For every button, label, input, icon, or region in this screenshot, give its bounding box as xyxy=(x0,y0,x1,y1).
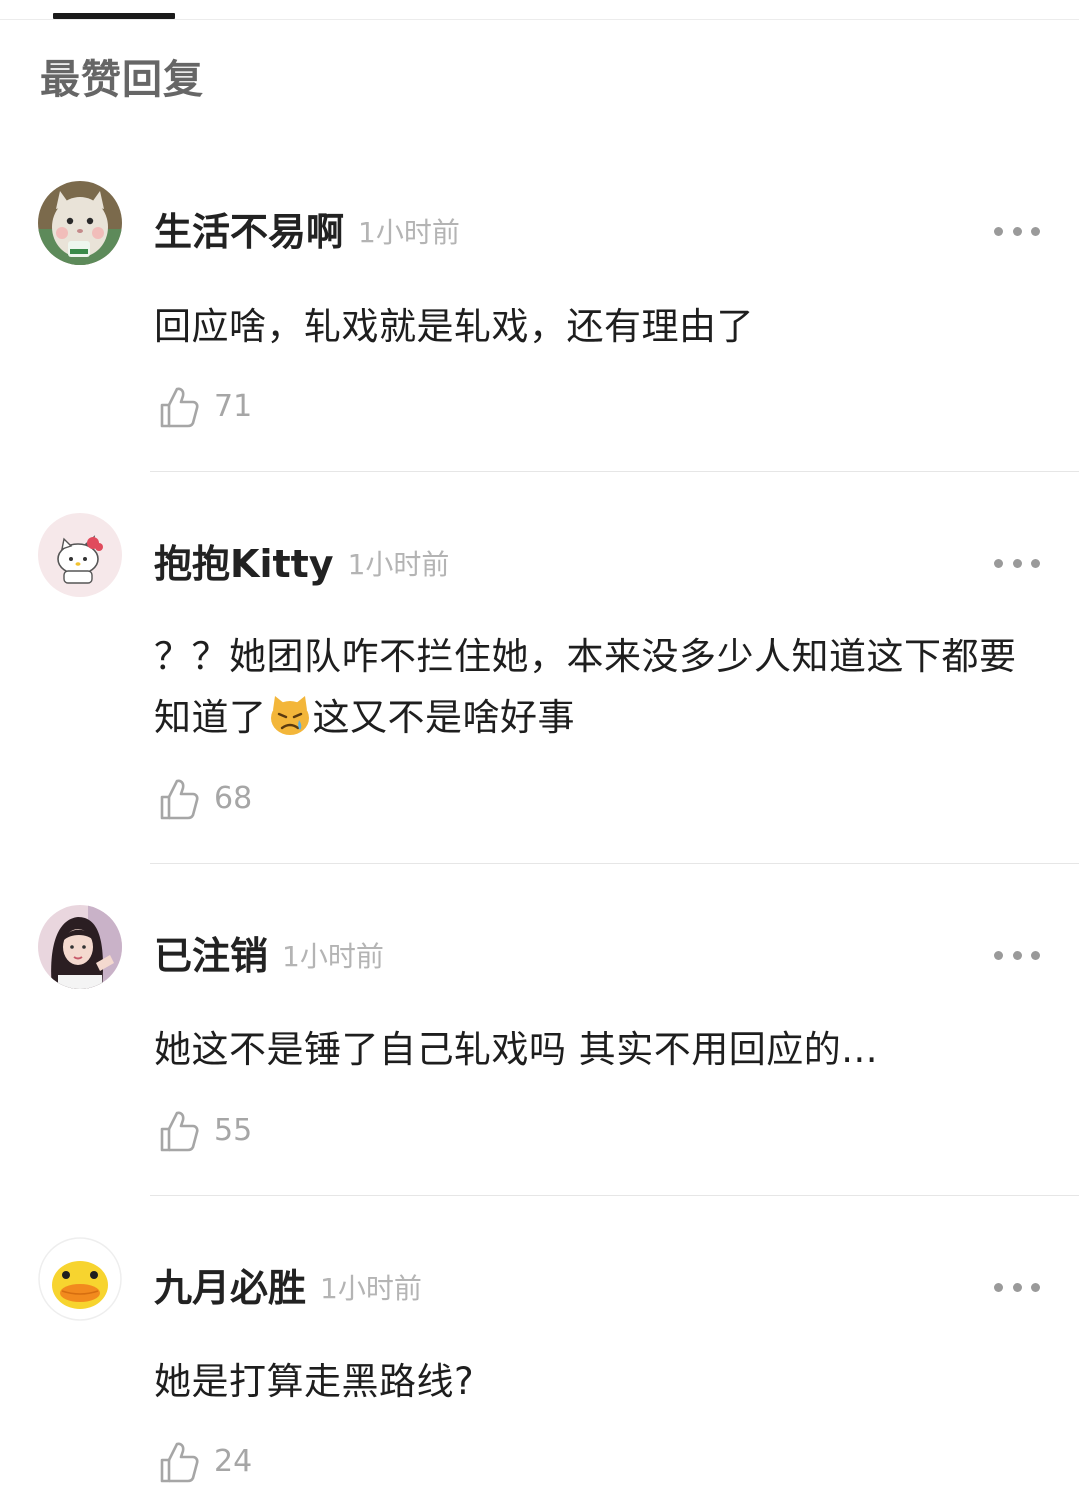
username-text[interactable]: 生活不易啊 xyxy=(154,210,344,254)
comment-text: 回应啥，轧戏就是轧戏，还有理由了 xyxy=(154,305,754,348)
comment-timestamp: 1小时前 xyxy=(347,548,450,581)
username-text[interactable]: 抱抱Kitty xyxy=(154,542,334,586)
comment-timestamp: 1小时前 xyxy=(358,216,460,249)
cat-avatar-icon[interactable] xyxy=(38,181,122,265)
comment-text-part: 这又不是啥好事 xyxy=(312,696,575,739)
comment-timestamp: 1小时前 xyxy=(320,1272,422,1305)
comment-username[interactable]: 九月必胜 1小时前 xyxy=(154,1264,422,1313)
like-button[interactable]: 71 xyxy=(158,384,252,430)
comment-divider xyxy=(150,471,1079,472)
like-count: 24 xyxy=(214,1444,253,1479)
girl-photo-avatar-icon[interactable] xyxy=(38,905,122,989)
like-button[interactable]: 68 xyxy=(158,776,252,822)
comment-text: ？？她团队咋不拦住她，本来没多少人知道这下都要知道了 这又不是啥好事 xyxy=(154,626,1034,748)
thumbs-up-icon xyxy=(160,1111,199,1152)
more-options-icon[interactable] xyxy=(994,1279,1040,1295)
like-button[interactable]: 24 xyxy=(158,1439,252,1485)
like-button[interactable]: 55 xyxy=(158,1108,252,1154)
comment-text: 她是打算走黑路线? xyxy=(154,1360,475,1403)
thumbs-up-icon xyxy=(160,1442,199,1483)
more-options-icon[interactable] xyxy=(994,555,1040,571)
comment-divider xyxy=(150,863,1079,864)
top-divider xyxy=(0,19,1079,20)
thumbs-up-icon xyxy=(160,387,199,428)
section-title: 最赞回复 xyxy=(40,57,204,103)
like-count: 55 xyxy=(214,1113,253,1148)
like-count: 71 xyxy=(214,389,253,424)
more-options-icon[interactable] xyxy=(994,947,1040,963)
hello-kitty-avatar-icon[interactable] xyxy=(38,513,122,597)
username-text[interactable]: 已注销 xyxy=(154,934,268,978)
crying-cat-emoji-icon xyxy=(270,696,309,735)
comment-text: 她这不是锤了自己轧戏吗 其实不用回应的... xyxy=(154,1028,879,1071)
more-options-icon[interactable] xyxy=(994,223,1040,239)
username-text[interactable]: 九月必胜 xyxy=(154,1266,306,1310)
comment-username[interactable]: 抱抱Kitty 1小时前 xyxy=(154,540,449,589)
comment-timestamp: 1小时前 xyxy=(282,940,384,973)
comment-username[interactable]: 生活不易啊 1小时前 xyxy=(154,208,460,257)
comment-divider xyxy=(150,1195,1079,1196)
like-count: 68 xyxy=(214,781,253,816)
comment-username[interactable]: 已注销 1小时前 xyxy=(154,932,384,981)
thumbs-up-icon xyxy=(160,779,199,820)
yellow-duck-avatar-icon[interactable] xyxy=(38,1237,122,1321)
